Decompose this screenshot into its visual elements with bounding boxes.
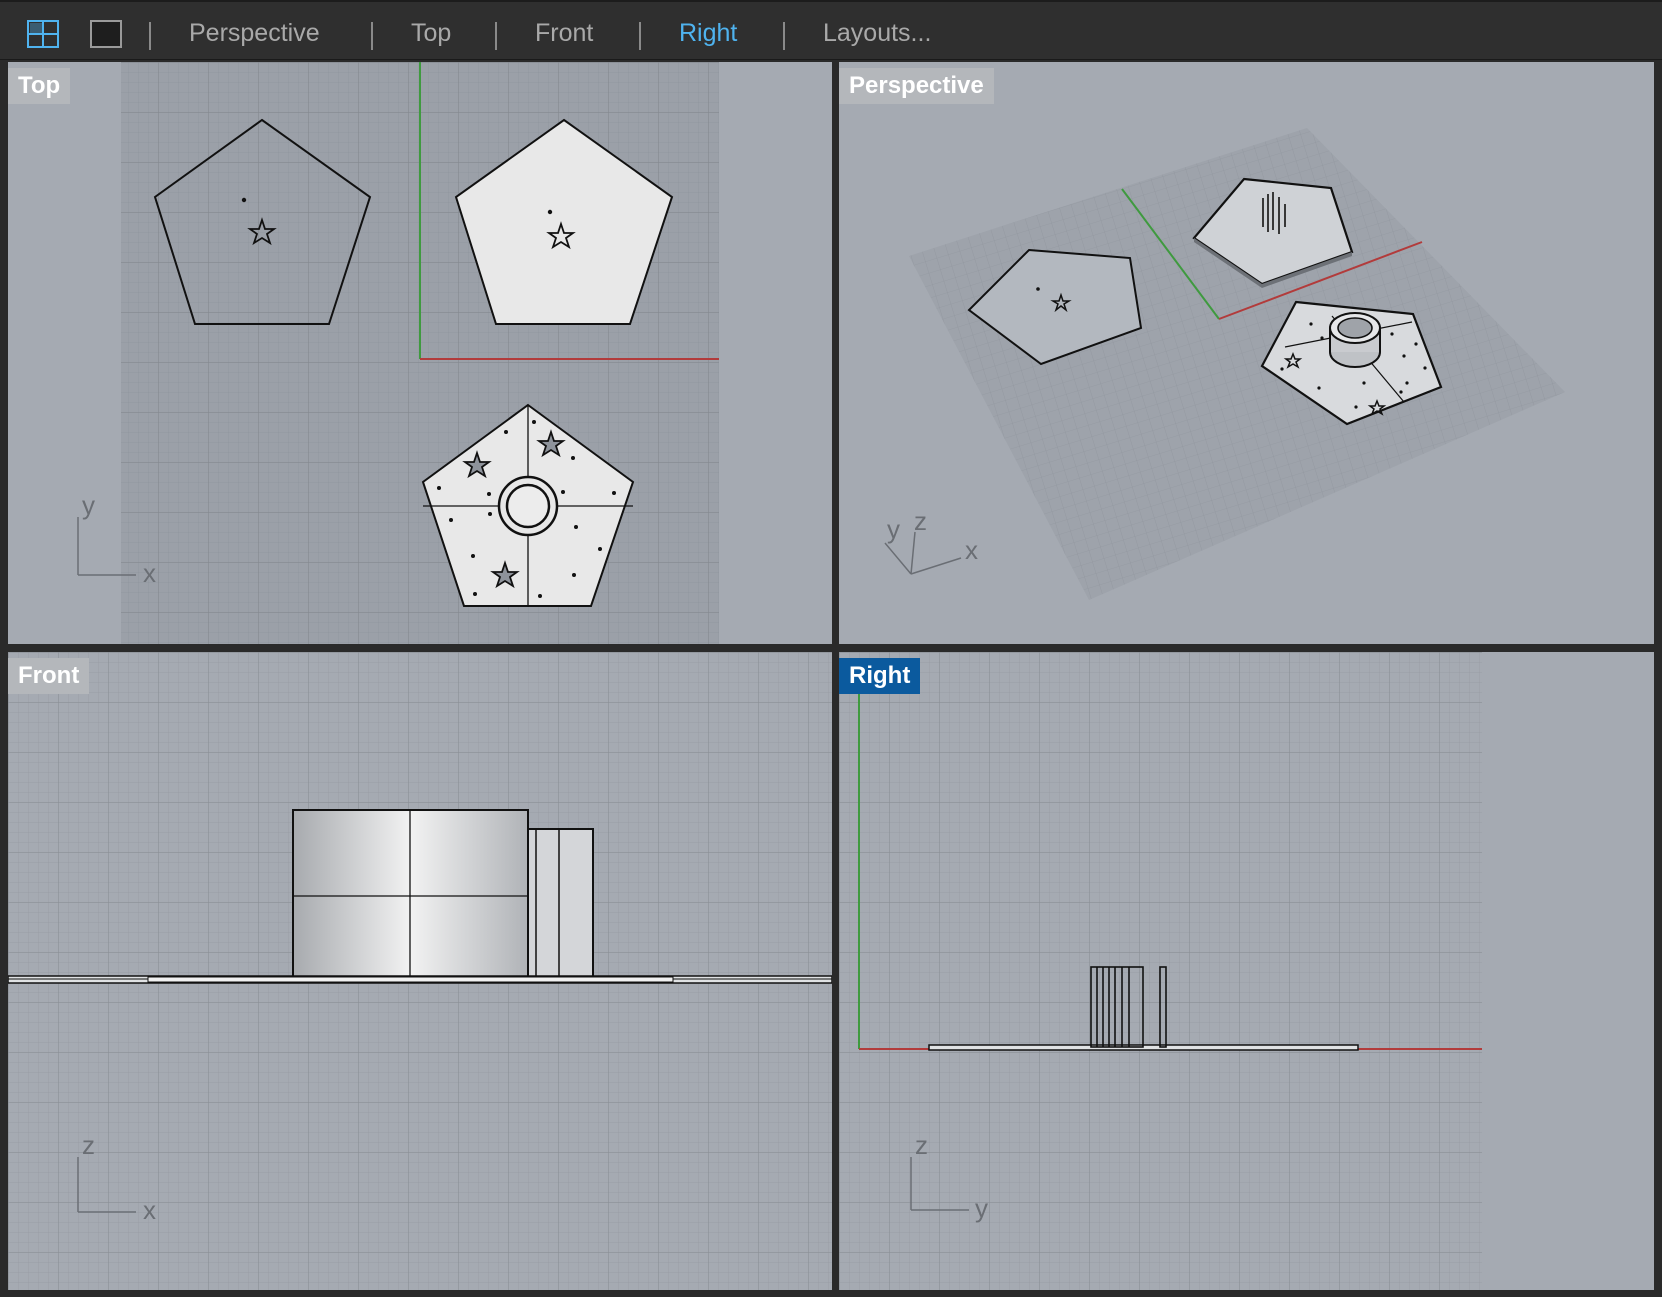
four-viewport-layout-icon[interactable] — [27, 20, 59, 53]
axis-label-z: z — [914, 506, 927, 536]
axis-label-y: y — [975, 1193, 988, 1223]
toolbar-separator — [371, 22, 373, 50]
point-object[interactable] — [241, 197, 247, 203]
viewport-title-right[interactable]: Right — [839, 658, 921, 694]
toolbar-separator — [639, 22, 641, 50]
viewport-front[interactable]: z x Front — [8, 652, 832, 1290]
axis-label-x: x — [965, 535, 978, 565]
toolbar-separator — [495, 22, 497, 50]
tab-right[interactable]: Right — [679, 2, 737, 60]
tab-top[interactable]: Top — [411, 2, 451, 60]
point-object[interactable] — [547, 209, 553, 215]
viewport-title-perspective[interactable]: Perspective — [839, 68, 994, 104]
toolbar-separator — [783, 22, 785, 50]
tab-perspective[interactable]: Perspective — [189, 2, 320, 60]
single-viewport-layout-icon[interactable] — [90, 20, 122, 53]
axis-label-y: y — [887, 514, 900, 544]
axis-label-x: x — [143, 558, 156, 588]
axis-label-y: y — [82, 490, 95, 520]
viewport-title-front[interactable]: Front — [8, 658, 90, 694]
base-plate[interactable] — [8, 975, 832, 984]
tab-layouts[interactable]: Layouts... — [823, 2, 931, 60]
axis-label-z: z — [82, 1130, 95, 1160]
viewport-right[interactable]: z y Right — [839, 652, 1654, 1290]
axis-label-z: z — [915, 1130, 928, 1160]
viewport-top[interactable]: y x Top — [8, 62, 832, 644]
toolbar-separator — [149, 22, 151, 50]
perspective-view-canvas[interactable]: y z x — [839, 62, 1654, 644]
viewport-toolbar: Perspective Top Front Right Layouts... — [0, 0, 1662, 60]
axis-label-x: x — [143, 1195, 156, 1225]
right-view-canvas[interactable]: z y — [839, 652, 1654, 1290]
cylinder-part[interactable] — [292, 809, 529, 979]
wall-panels[interactable] — [527, 828, 594, 979]
front-view-canvas[interactable]: z x — [8, 652, 832, 1290]
tab-front[interactable]: Front — [535, 2, 593, 60]
axis-indicator: y z x — [884, 506, 978, 575]
top-view-canvas[interactable]: y x — [8, 62, 832, 644]
viewport-perspective[interactable]: y z x Perspective — [839, 62, 1654, 644]
viewport-title-top[interactable]: Top — [8, 68, 71, 104]
